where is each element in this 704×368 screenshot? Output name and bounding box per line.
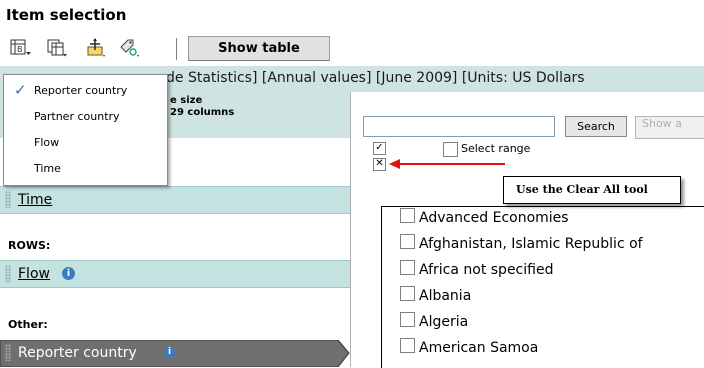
show-all-button[interactable]: Show a xyxy=(635,116,704,139)
drag-handle-icon[interactable] xyxy=(5,265,11,282)
info-icon[interactable]: i xyxy=(164,347,175,358)
member-list: Advanced Economies Afghanistan, Islamic … xyxy=(381,206,704,368)
menu-item-partner-country[interactable]: Partner country xyxy=(4,103,167,129)
checkmark-icon: ✓ xyxy=(14,81,27,99)
clear-all-icon[interactable]: ✕ xyxy=(373,158,386,171)
move-dimension-icon[interactable] xyxy=(84,38,106,58)
list-item-label: Advanced Economies xyxy=(419,210,569,226)
show-table-button[interactable]: Show table xyxy=(188,36,330,61)
dimension-label-reporter-country[interactable]: Reporter country xyxy=(18,345,137,361)
dimension-dropdown-menu: ✓ Reporter country Partner country Flow … xyxy=(3,74,168,186)
table-size-value: 29 columns xyxy=(170,107,235,118)
search-input[interactable] xyxy=(363,116,555,137)
select-all-icon[interactable]: ✓ xyxy=(373,142,386,155)
dimension-link-time[interactable]: Time xyxy=(18,192,52,208)
dimension-link-flow[interactable]: Flow xyxy=(18,266,50,282)
item-checkbox[interactable] xyxy=(400,260,415,275)
select-range-label: Select range xyxy=(461,142,531,155)
rows-section-label: ROWS: xyxy=(8,239,51,252)
table-size-label: e size xyxy=(170,95,203,106)
item-checkbox[interactable] xyxy=(400,208,415,223)
item-checkbox[interactable] xyxy=(400,312,415,327)
list-item[interactable]: Advanced Economies xyxy=(400,208,569,226)
list-item[interactable]: American Samoa xyxy=(400,338,538,356)
item-checkbox[interactable] xyxy=(400,286,415,301)
menu-item-label: Reporter country xyxy=(34,84,128,97)
menu-item-label: Time xyxy=(34,162,61,175)
info-icon[interactable]: i xyxy=(62,267,75,280)
list-item[interactable]: Afghanistan, Islamic Republic of xyxy=(400,234,643,252)
svg-text:B: B xyxy=(17,45,23,54)
menu-item-label: Partner country xyxy=(34,110,120,123)
menu-item-label: Flow xyxy=(34,136,60,149)
list-item-label: Afghanistan, Islamic Republic of xyxy=(419,236,643,252)
list-item-label: Algeria xyxy=(419,314,469,330)
drag-handle-icon[interactable] xyxy=(5,344,11,361)
callout-text: Use the Clear All tool xyxy=(516,183,648,196)
other-section-label: Other: xyxy=(8,318,48,331)
menu-item-flow[interactable]: Flow xyxy=(4,129,167,155)
list-item[interactable]: Algeria xyxy=(400,312,468,330)
item-checkbox[interactable] xyxy=(400,234,415,249)
menu-item-reporter-country[interactable]: ✓ Reporter country xyxy=(4,77,167,103)
dimension-row-time[interactable]: Time xyxy=(0,186,350,214)
dimension-row-reporter-country[interactable]: Reporter country i xyxy=(0,340,350,367)
member-selection-panel: Search Show a ✓ ✕ Select range Use the C… xyxy=(350,92,704,368)
list-item-label: American Samoa xyxy=(419,340,539,356)
pivot-layout-icon[interactable]: B xyxy=(10,38,32,58)
list-item-label: Albania xyxy=(419,288,472,304)
drag-handle-icon[interactable] xyxy=(5,191,11,208)
select-range-checkbox[interactable] xyxy=(443,142,458,157)
dimension-link-flow-text[interactable]: Flow xyxy=(18,266,50,282)
menu-item-time[interactable]: Time xyxy=(4,155,167,181)
callout-arrow-icon xyxy=(389,159,505,169)
list-item[interactable]: Albania xyxy=(400,286,471,304)
list-item[interactable]: Africa not specified xyxy=(400,260,553,278)
breadcrumb-text: de Statistics] [Annual values] [June 200… xyxy=(166,70,585,86)
tag-settings-icon[interactable] xyxy=(118,38,140,58)
dimension-row-flow[interactable]: Flow i xyxy=(0,260,350,288)
layout-icon[interactable] xyxy=(46,38,68,58)
list-item-label: Africa not specified xyxy=(419,262,554,278)
page-title: Item selection xyxy=(6,6,127,24)
annotation-callout: Use the Clear All tool xyxy=(503,176,681,204)
toolbar-separator xyxy=(176,38,177,60)
item-checkbox[interactable] xyxy=(400,338,415,353)
search-button[interactable]: Search xyxy=(565,116,627,137)
